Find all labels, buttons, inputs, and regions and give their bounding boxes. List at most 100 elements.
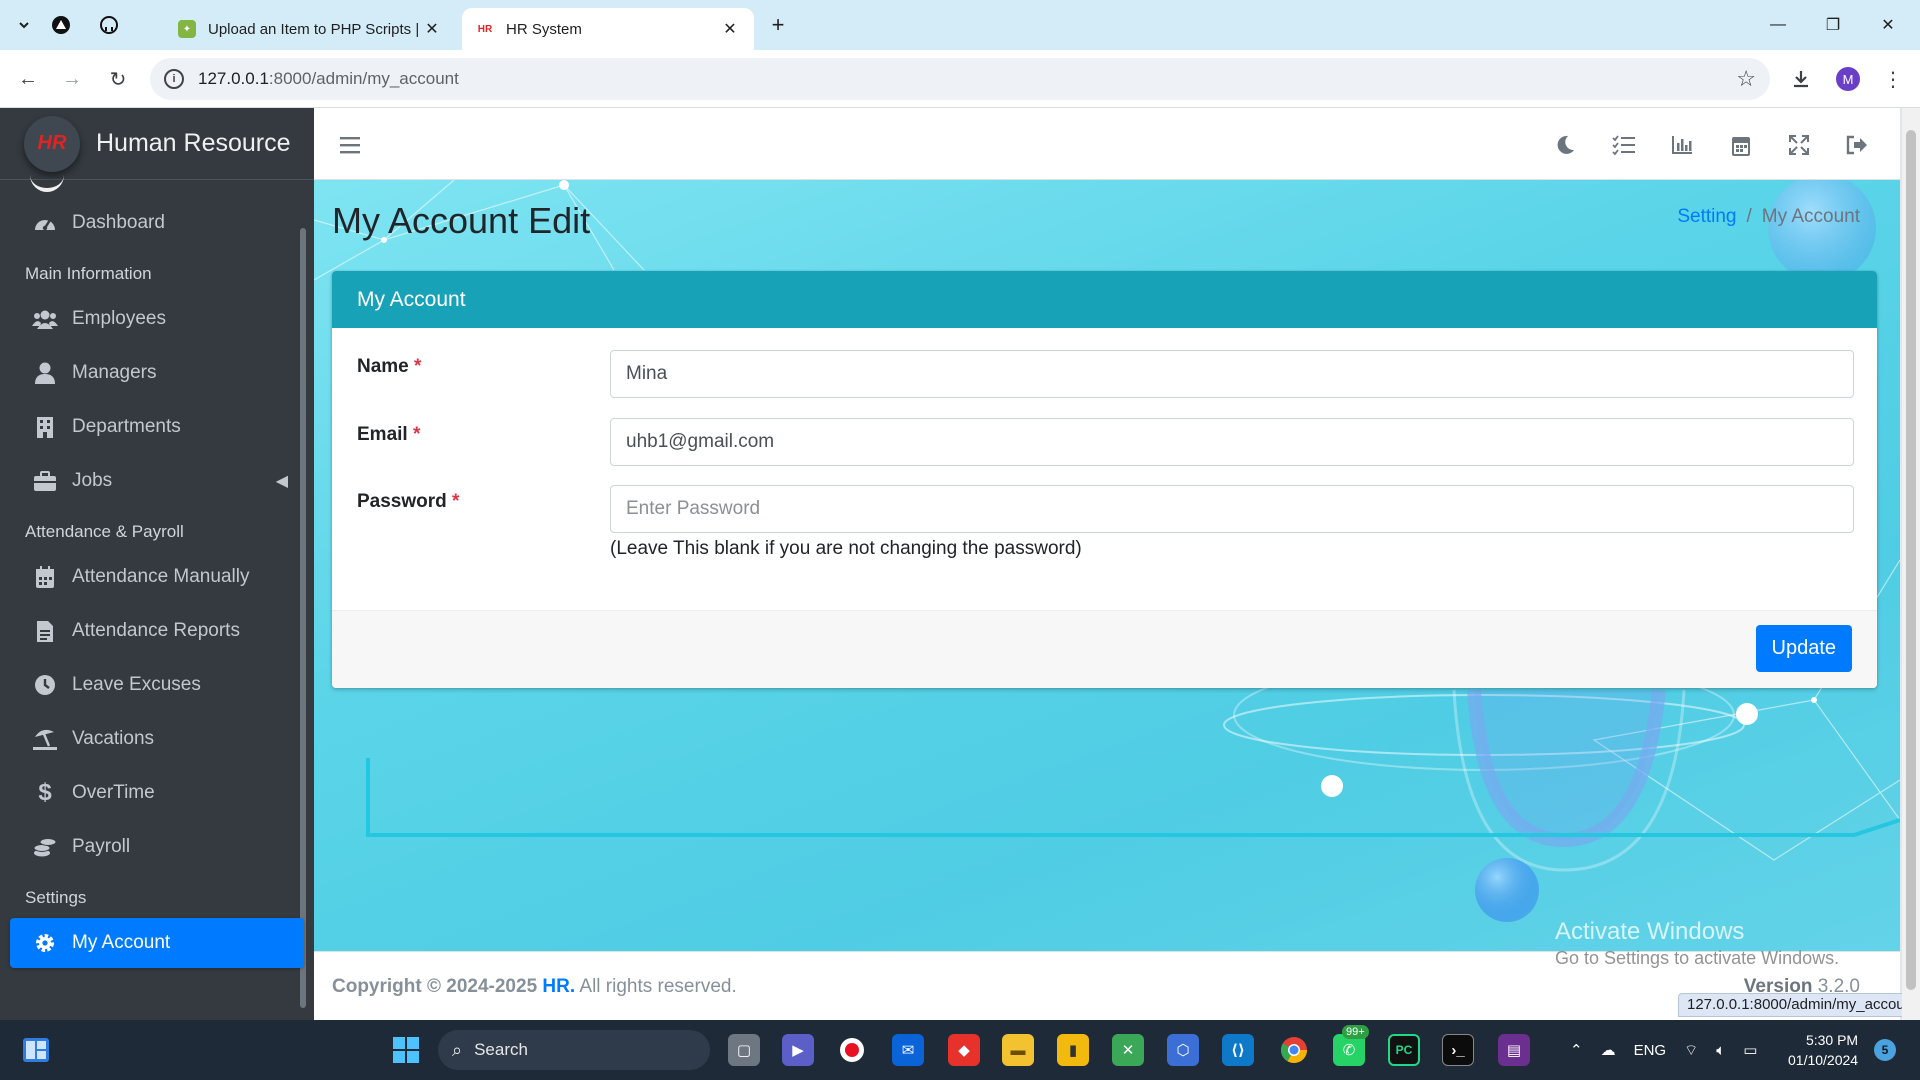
briefcase-icon [32, 471, 58, 491]
sidebar-item-label: Employees [72, 308, 166, 329]
excel-icon[interactable]: ✕ [1112, 1034, 1144, 1066]
bar-chart-icon[interactable] [1669, 132, 1695, 158]
hamburger-menu-icon[interactable] [338, 132, 364, 158]
breadcrumb-separator: / [1746, 206, 1752, 227]
task-view-icon[interactable]: ▢ [728, 1034, 760, 1066]
tab-close-icon[interactable]: ✕ [422, 19, 442, 39]
content-wrapper: My Account Edit Setting / My Account My … [314, 180, 1900, 951]
windows-start-icon[interactable] [390, 1034, 422, 1066]
taskbar-clock[interactable]: 5:30 PM 01/10/2024 [1788, 1030, 1858, 1070]
password-input[interactable] [610, 485, 1854, 533]
name-input[interactable] [610, 350, 1854, 398]
github-icon [100, 16, 118, 34]
page-scrollbar[interactable] [1902, 108, 1920, 1020]
anydesk-icon[interactable]: ◆ [948, 1034, 980, 1066]
file-explorer-icon[interactable]: ▬ [1002, 1034, 1034, 1066]
email-label-text: Email [357, 424, 408, 445]
sidebar-item-jobs[interactable]: Jobs ◀ [10, 456, 304, 506]
dark-mode-moon-icon[interactable] [1552, 132, 1578, 158]
power-bi-icon[interactable]: ▮ [1057, 1034, 1089, 1066]
pinned-tab-vercel[interactable] [47, 11, 75, 39]
copyright: Copyright © 2024-2025 HR. All rights res… [332, 976, 737, 998]
forward-icon[interactable]: → [58, 65, 86, 93]
browser-menu-icon[interactable]: ⋮ [1878, 64, 1908, 94]
battery-icon[interactable]: ▭ [1743, 1041, 1757, 1059]
breadcrumb-link-setting[interactable]: Setting [1677, 206, 1736, 228]
cloud-icon[interactable]: ☁ [1601, 1041, 1616, 1059]
sidebar-item-dashboard[interactable]: Dashboard [10, 198, 304, 248]
new-tab-button[interactable]: + [764, 11, 792, 39]
sidebar-item-attendance-manually[interactable]: Attendance Manually [10, 552, 304, 602]
breadcrumb: Setting / My Account [1677, 206, 1860, 228]
3d-box-icon[interactable]: ⬡ [1167, 1034, 1199, 1066]
footer-brand-link[interactable]: HR. [542, 976, 575, 997]
winrar-icon[interactable]: ▤ [1498, 1034, 1530, 1066]
sidebar-item-attendance-reports[interactable]: Attendance Reports [10, 606, 304, 656]
fullscreen-expand-icon[interactable] [1786, 132, 1812, 158]
teams-icon[interactable]: ▶ [782, 1034, 814, 1066]
language-indicator[interactable]: ENG [1634, 1042, 1667, 1059]
reload-icon[interactable]: ↻ [104, 65, 132, 93]
tab-close-icon[interactable]: ✕ [720, 19, 740, 39]
wifi-icon[interactable]: ⌔ [1684, 1041, 1698, 1060]
scrollbar-thumb[interactable] [1906, 130, 1916, 990]
volume-icon[interactable]: 🔈︎ [1716, 1042, 1725, 1059]
tab-title: HR System [506, 20, 582, 38]
section-main-information: Main Information [25, 264, 152, 283]
tab-search-button[interactable] [10, 11, 38, 39]
copyright-suffix: All rights reserved. [579, 976, 737, 997]
brand-link[interactable]: HR Human Resource [0, 108, 314, 192]
chevron-down-icon [19, 22, 29, 29]
chrome-icon[interactable] [1278, 1034, 1310, 1066]
close-window-icon[interactable]: ✕ [1868, 12, 1908, 38]
search-icon: ⌕ [452, 1039, 463, 1060]
minimize-icon[interactable]: — [1758, 12, 1798, 38]
back-icon[interactable]: ← [14, 65, 42, 93]
search-label: Search [474, 1040, 528, 1059]
terminal-icon[interactable]: ›_ [1442, 1034, 1474, 1066]
address-bar[interactable]: i 127.0.0.1:8000/admin/my_account ☆ [150, 58, 1770, 100]
notification-badge[interactable]: 5 [1874, 1039, 1896, 1061]
vscode-icon[interactable]: ⟨⟩ [1222, 1034, 1254, 1066]
section-attendance-payroll: Attendance & Payroll [25, 522, 184, 541]
name-label-text: Name [357, 356, 409, 377]
record-icon[interactable] [836, 1034, 868, 1066]
site-info-icon[interactable]: i [164, 69, 184, 89]
tab-upload-item[interactable]: ✦ Upload an Item to PHP Scripts | ✕ [164, 8, 456, 50]
tab-title: Upload an Item to PHP Scripts | [208, 20, 420, 38]
chevron-up-icon[interactable]: ⌃ [1570, 1041, 1583, 1059]
taskbar-search[interactable]: ⌕ Search [438, 1030, 710, 1070]
pinned-tab-github[interactable] [95, 11, 123, 39]
dollar-icon: $ [38, 779, 52, 806]
widgets-icon[interactable] [20, 1034, 52, 1066]
mail-icon[interactable]: ✉ [892, 1034, 924, 1066]
sidebar-item-label: Attendance Manually [72, 566, 250, 587]
umbrella-beach-icon [32, 728, 58, 750]
sidebar-item-leave-excuses[interactable]: Leave Excuses [10, 660, 304, 710]
profile-button[interactable]: M [1833, 64, 1863, 94]
sidebar-item-departments[interactable]: Departments [10, 402, 304, 452]
bookmark-star-icon[interactable]: ☆ [1736, 66, 1756, 92]
logout-icon[interactable] [1844, 132, 1870, 158]
browser-tab-strip: ✦ Upload an Item to PHP Scripts | ✕ HR H… [0, 0, 1920, 50]
sidebar-item-employees[interactable]: Employees [10, 294, 304, 344]
section-settings: Settings [25, 888, 87, 907]
top-navbar [314, 108, 1900, 180]
tab-hr-system[interactable]: HR HR System ✕ [462, 8, 754, 50]
calendar-icon[interactable] [1728, 132, 1754, 158]
sidebar-item-vacations[interactable]: Vacations [10, 714, 304, 764]
sidebar-item-label: Attendance Reports [72, 620, 240, 641]
update-button[interactable]: Update [1755, 625, 1852, 672]
sidebar-item-managers[interactable]: Managers [10, 348, 304, 398]
clock-date: 01/10/2024 [1788, 1052, 1859, 1068]
watermark-title: Activate Windows [1555, 918, 1745, 945]
chevron-left-icon: ◀ [275, 473, 288, 490]
restore-icon[interactable]: ❐ [1813, 12, 1853, 38]
download-icon[interactable] [1786, 64, 1816, 94]
pycharm-icon[interactable]: PC [1388, 1034, 1420, 1066]
task-list-icon[interactable] [1611, 132, 1637, 158]
sidebar-item-my-account[interactable]: My Account [10, 918, 304, 968]
sidebar-item-payroll[interactable]: Payroll [10, 822, 304, 872]
sidebar-item-overtime[interactable]: $ OverTime [10, 768, 304, 818]
email-input[interactable] [610, 418, 1854, 466]
